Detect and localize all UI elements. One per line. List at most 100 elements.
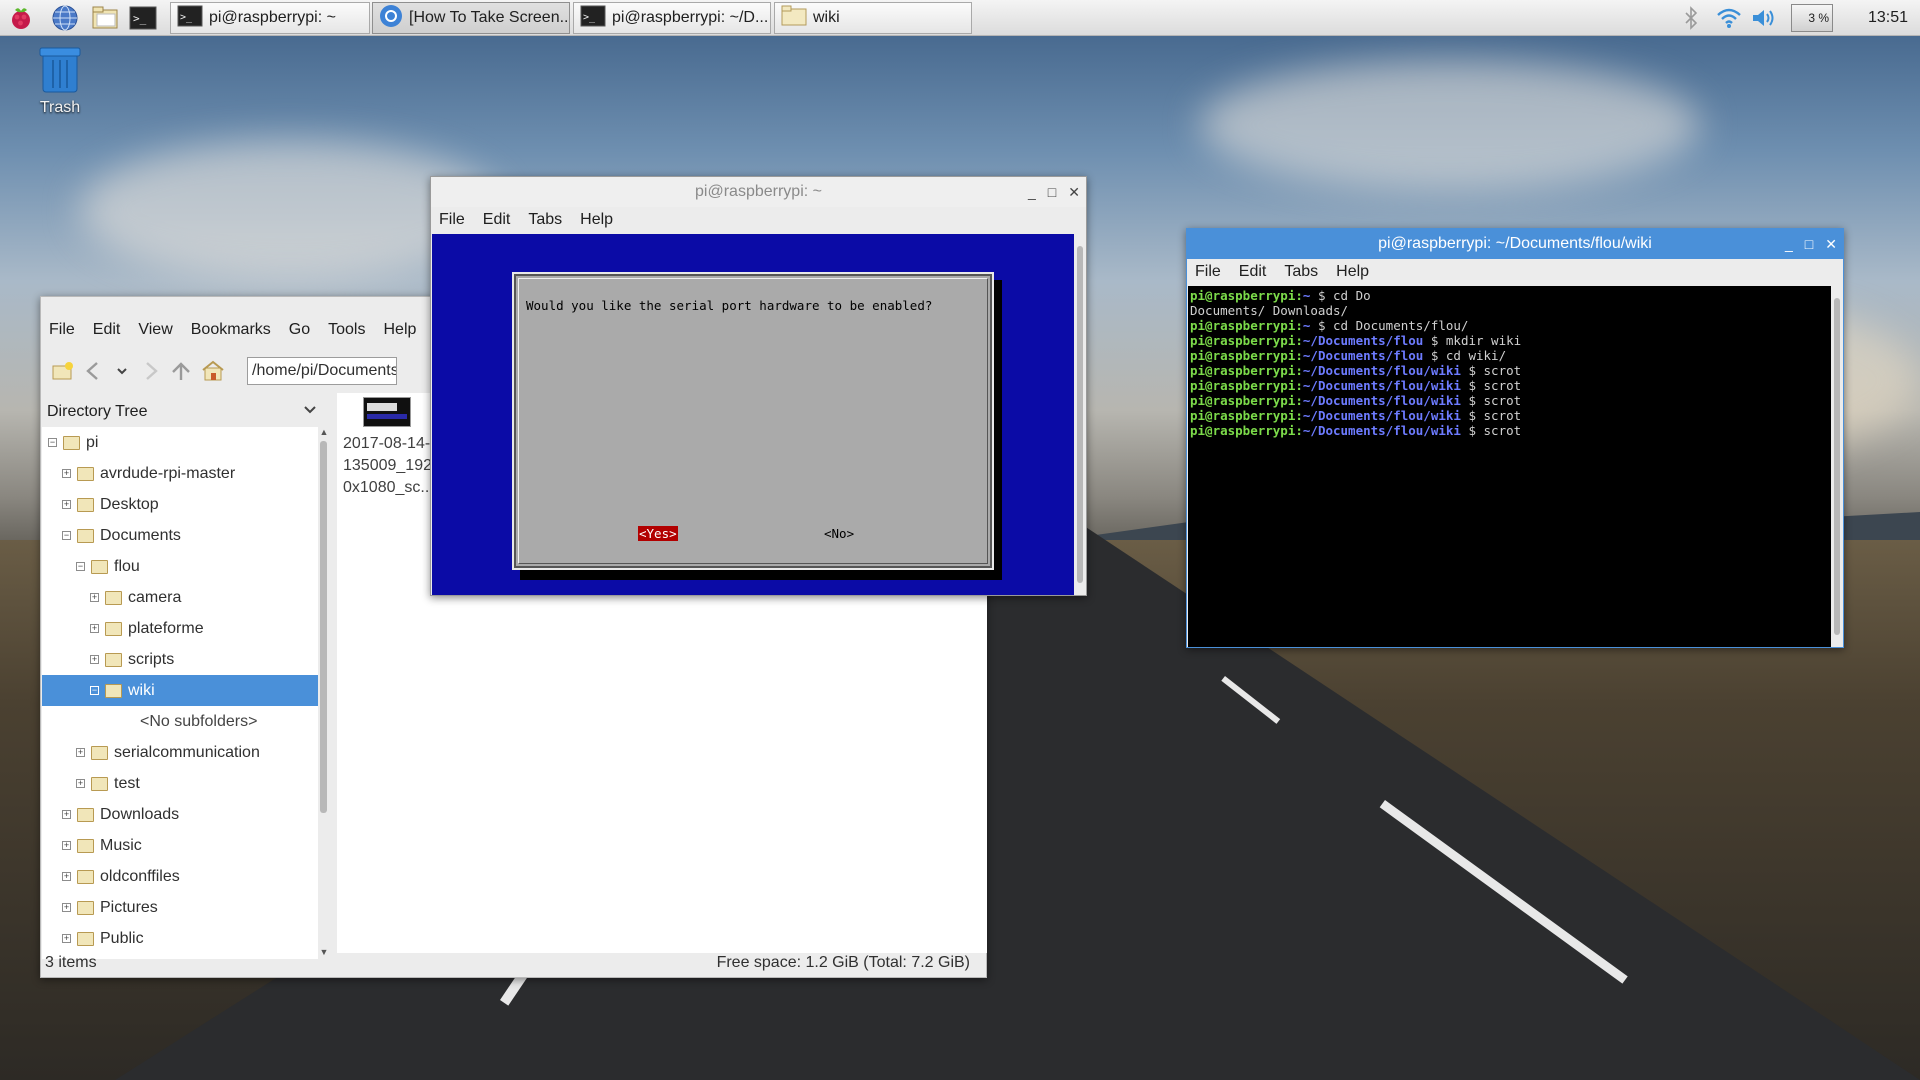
trash-desktop-icon[interactable]: Trash (28, 44, 92, 117)
up-icon[interactable] (169, 360, 193, 387)
maximize-icon[interactable]: □ (1805, 236, 1813, 252)
expand-icon[interactable]: + (62, 872, 71, 881)
close-icon[interactable]: ✕ (1825, 236, 1837, 253)
close-icon[interactable]: ✕ (1068, 184, 1080, 201)
chevron-down-icon[interactable] (115, 360, 129, 387)
collapse-icon[interactable]: − (76, 562, 85, 571)
file-manager-icon[interactable] (90, 3, 120, 33)
maximize-icon[interactable]: □ (1048, 184, 1056, 200)
menu-tabs[interactable]: Tabs (528, 211, 562, 229)
folder-icon (105, 683, 122, 698)
tree-item[interactable]: + Desktop (42, 489, 318, 520)
tree-item[interactable]: + test (42, 768, 318, 799)
expand-icon[interactable]: + (62, 841, 71, 850)
raspberry-menu-icon[interactable] (6, 3, 36, 33)
tree-scrollbar[interactable]: ▲ ▼ (318, 427, 330, 959)
scrollbar-thumb[interactable] (1834, 298, 1840, 635)
path-input[interactable]: /home/pi/Documents/flou/wiki (247, 357, 397, 385)
expand-icon[interactable]: + (76, 748, 85, 757)
tree-item[interactable]: + oldconffiles (42, 861, 318, 892)
scroll-up-icon[interactable]: ▲ (318, 427, 330, 439)
sidebar-header-label: Directory Tree (47, 403, 148, 420)
collapse-icon[interactable]: − (90, 686, 99, 695)
expand-icon[interactable]: + (62, 469, 71, 478)
prompt-user: pi@raspberrypi (1190, 378, 1296, 393)
collapse-icon[interactable]: − (62, 531, 71, 540)
minimize-icon[interactable]: _ (1785, 236, 1793, 252)
menu-help[interactable]: Help (580, 211, 613, 229)
terminal-line: Documents/ Downloads/ (1190, 303, 1829, 318)
minimize-icon[interactable]: _ (1028, 184, 1036, 200)
tree-scrollbar-thumb[interactable] (320, 441, 327, 813)
terminal-launcher-icon[interactable]: >_ (128, 3, 158, 33)
expand-icon[interactable]: + (90, 655, 99, 664)
menu-go[interactable]: Go (289, 321, 310, 339)
tree-item[interactable]: − wiki (42, 675, 318, 706)
tree-item[interactable]: + camera (42, 582, 318, 613)
back-icon[interactable] (83, 360, 107, 387)
menu-tools[interactable]: Tools (328, 321, 365, 339)
prompt-user: pi@raspberrypi (1190, 318, 1296, 333)
home-icon[interactable] (201, 360, 225, 387)
tree-item[interactable]: + Music (42, 830, 318, 861)
tree-item[interactable]: + avrdude-rpi-master (42, 458, 318, 489)
folder-icon (77, 900, 94, 915)
wifi-icon[interactable] (1714, 0, 1744, 36)
tree-item[interactable]: + Pictures (42, 892, 318, 923)
task-chromium[interactable]: [How To Take Screen... (372, 2, 570, 34)
task-terminal-home[interactable]: >_ pi@raspberrypi: ~ (170, 2, 370, 34)
menu-file[interactable]: File (439, 211, 465, 229)
command-text: $ scrot (1460, 423, 1522, 438)
menu-help[interactable]: Help (1336, 263, 1369, 281)
terminal-scrollbar[interactable] (1831, 286, 1843, 647)
menu-help[interactable]: Help (383, 321, 416, 339)
expand-icon[interactable]: + (62, 810, 71, 819)
tree-item[interactable]: − pi (42, 427, 318, 458)
file-item[interactable]: 2017-08-14- 135009_192 0x1080_sc... (343, 397, 434, 499)
task-terminal-wiki[interactable]: >_ pi@raspberrypi: ~/D... (573, 2, 771, 34)
expand-icon[interactable]: + (90, 593, 99, 602)
menu-file[interactable]: File (1195, 263, 1221, 281)
collapse-icon[interactable]: − (48, 438, 57, 447)
expand-icon[interactable]: + (62, 903, 71, 912)
tree-item[interactable]: + serialcommunication (42, 737, 318, 768)
menu-view[interactable]: View (138, 321, 172, 339)
tree-item[interactable]: + Downloads (42, 799, 318, 830)
browser-icon[interactable] (50, 3, 80, 33)
menu-file[interactable]: File (49, 321, 75, 339)
menu-edit[interactable]: Edit (1239, 263, 1267, 281)
tree-item[interactable]: − Documents (42, 520, 318, 551)
expand-icon[interactable]: + (62, 500, 71, 509)
tree-item[interactable]: <No subfolders> (42, 706, 318, 737)
expand-icon[interactable]: + (62, 934, 71, 943)
terminal-output[interactable]: pi@raspberrypi:~ $ cd Do Documents/ Downl… (1188, 286, 1831, 647)
window-titlebar[interactable]: pi@raspberrypi: ~ _ □ ✕ (431, 177, 1086, 207)
tree-item[interactable]: − flou (42, 551, 318, 582)
cpu-monitor[interactable]: 3 % (1790, 0, 1834, 36)
window-titlebar[interactable]: pi@raspberrypi: ~/Documents/flou/wiki _ … (1187, 229, 1843, 259)
yes-button[interactable]: <Yes> (638, 526, 678, 541)
scrollbar-thumb[interactable] (1077, 246, 1083, 583)
tree-item-label: Public (100, 929, 144, 947)
sidebar-mode-select[interactable]: Directory Tree (41, 397, 327, 427)
tree-item[interactable]: + scripts (42, 644, 318, 675)
directory-tree: − pi + avrdude-rpi-master + Desktop − Documents… (42, 427, 318, 959)
clock[interactable]: 13:51 (1868, 0, 1908, 36)
bluetooth-icon[interactable] (1676, 0, 1706, 36)
fm-toolbar (41, 355, 225, 391)
forward-icon[interactable] (137, 360, 161, 387)
volume-icon[interactable] (1750, 0, 1780, 36)
terminal-line: pi@raspberrypi:~/Documents/flou/wiki $ s… (1190, 363, 1829, 378)
no-button[interactable]: <No> (823, 526, 855, 541)
tree-item-label: Desktop (100, 495, 159, 513)
terminal-scrollbar[interactable] (1074, 234, 1086, 595)
menu-tabs[interactable]: Tabs (1284, 263, 1318, 281)
expand-icon[interactable]: + (76, 779, 85, 788)
task-file-manager[interactable]: wiki (774, 2, 972, 34)
menu-edit[interactable]: Edit (483, 211, 511, 229)
tree-item[interactable]: + plateforme (42, 613, 318, 644)
menu-edit[interactable]: Edit (93, 321, 121, 339)
expand-icon[interactable]: + (90, 624, 99, 633)
new-tab-icon[interactable] (51, 360, 75, 387)
menu-bookmarks[interactable]: Bookmarks (191, 321, 271, 339)
